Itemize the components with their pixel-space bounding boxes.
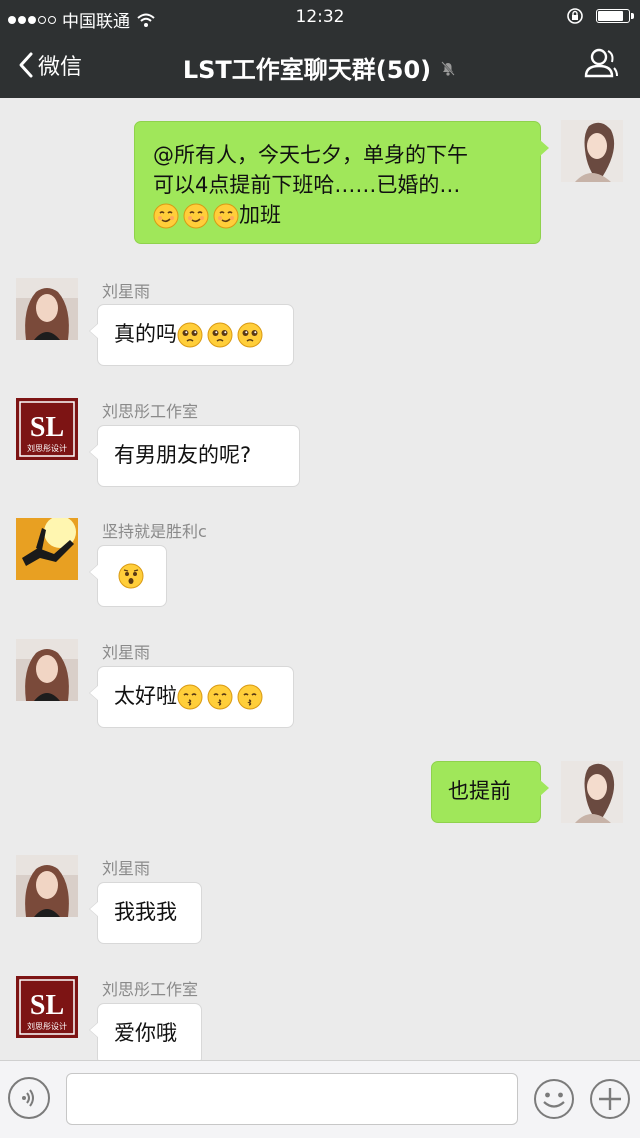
person-icon <box>584 48 618 78</box>
group-members-button[interactable] <box>584 48 618 82</box>
smirk-face-emoji <box>213 203 239 229</box>
message-line: @所有人，今天七夕，单身的下午 <box>153 143 468 167</box>
sender-name: 坚持就是胜利c <box>102 522 207 541</box>
message-bubble-incoming[interactable] <box>89 545 167 607</box>
studio-logo-text: SL <box>30 990 64 1021</box>
sender-name: 刘星雨 <box>102 282 151 301</box>
avatar-liu-xingyu[interactable] <box>16 278 78 340</box>
avatar-studio-logo[interactable]: SL 刘思彤设计 <box>16 398 78 460</box>
message-text: 加班 <box>239 203 281 227</box>
muted-bell-icon <box>441 60 455 76</box>
message-text: 也提前 <box>448 779 511 803</box>
sender-name: 刘思彤工作室 <box>102 980 199 999</box>
message-bubble-incoming[interactable]: 太好啦 <box>89 666 294 728</box>
sender-name: 刘星雨 <box>102 859 151 878</box>
pleading-face-emoji <box>207 322 233 348</box>
message-text: 有男朋友的呢? <box>114 443 252 467</box>
avatar-self[interactable] <box>561 761 623 823</box>
input-bar <box>0 1060 640 1138</box>
avatar-self[interactable] <box>561 120 623 182</box>
studio-logo-text: SL <box>30 412 64 443</box>
battery-icon <box>596 9 634 23</box>
smirk-face-emoji <box>183 203 209 229</box>
message-text: 爱你哦 <box>114 1021 177 1045</box>
surprised-face-emoji <box>118 563 144 589</box>
avatar-jianchi[interactable] <box>16 518 78 580</box>
nav-bar: 微信 LST工作室聊天群(50) <box>0 34 640 98</box>
rotation-lock-icon <box>567 8 583 24</box>
pleading-face-emoji <box>177 322 203 348</box>
avatar-studio-logo[interactable]: SL 刘思彤设计 <box>16 976 78 1038</box>
message-bubble-outgoing[interactable]: 也提前 <box>431 761 549 823</box>
studio-logo-caption: 刘思彤设计 <box>27 443 67 453</box>
status-time: 12:32 <box>295 7 345 27</box>
sender-name: 刘星雨 <box>102 643 151 662</box>
message-bubble-incoming[interactable]: 真的吗 <box>89 304 294 366</box>
pleading-face-emoji <box>237 322 263 348</box>
message-bubble-incoming[interactable]: 有男朋友的呢? <box>89 425 300 487</box>
emoji-button[interactable] <box>532 1077 576 1121</box>
sender-name: 刘思彤工作室 <box>102 402 199 421</box>
chat-title: LST工作室聊天群(50) <box>182 56 432 84</box>
avatar-liu-xingyu[interactable] <box>16 855 78 917</box>
voice-input-button[interactable] <box>8 1077 50 1119</box>
studio-logo-caption: 刘思彤设计 <box>27 1021 67 1031</box>
smiley-icon <box>534 1079 574 1119</box>
more-actions-button[interactable] <box>588 1077 632 1121</box>
message-text: 我我我 <box>114 900 177 924</box>
status-bar: 中国联通 12:32 <box>0 0 640 34</box>
chat-messages[interactable]: @所有人，今天七夕，单身的下午 可以4点提前下班哈……已婚的… 加班 刘星雨 真… <box>0 98 640 1060</box>
message-input[interactable] <box>66 1073 518 1125</box>
message-text: 太好啦 <box>114 684 177 708</box>
message-bubble-incoming[interactable]: 爱你哦 <box>89 1003 202 1060</box>
message-bubble-outgoing[interactable]: @所有人，今天七夕，单身的下午 可以4点提前下班哈……已婚的… 加班 <box>134 121 549 244</box>
voice-icon <box>22 1089 34 1107</box>
kissing-face-emoji <box>237 684 263 710</box>
plus-icon <box>590 1079 630 1119</box>
message-text: 真的吗 <box>114 322 177 346</box>
kissing-face-emoji <box>207 684 233 710</box>
avatar-liu-xingyu[interactable] <box>16 639 78 701</box>
smirk-face-emoji <box>153 203 179 229</box>
message-line: 可以4点提前下班哈……已婚的… <box>153 173 461 197</box>
kissing-face-emoji <box>177 684 203 710</box>
message-bubble-incoming[interactable]: 我我我 <box>89 882 202 944</box>
